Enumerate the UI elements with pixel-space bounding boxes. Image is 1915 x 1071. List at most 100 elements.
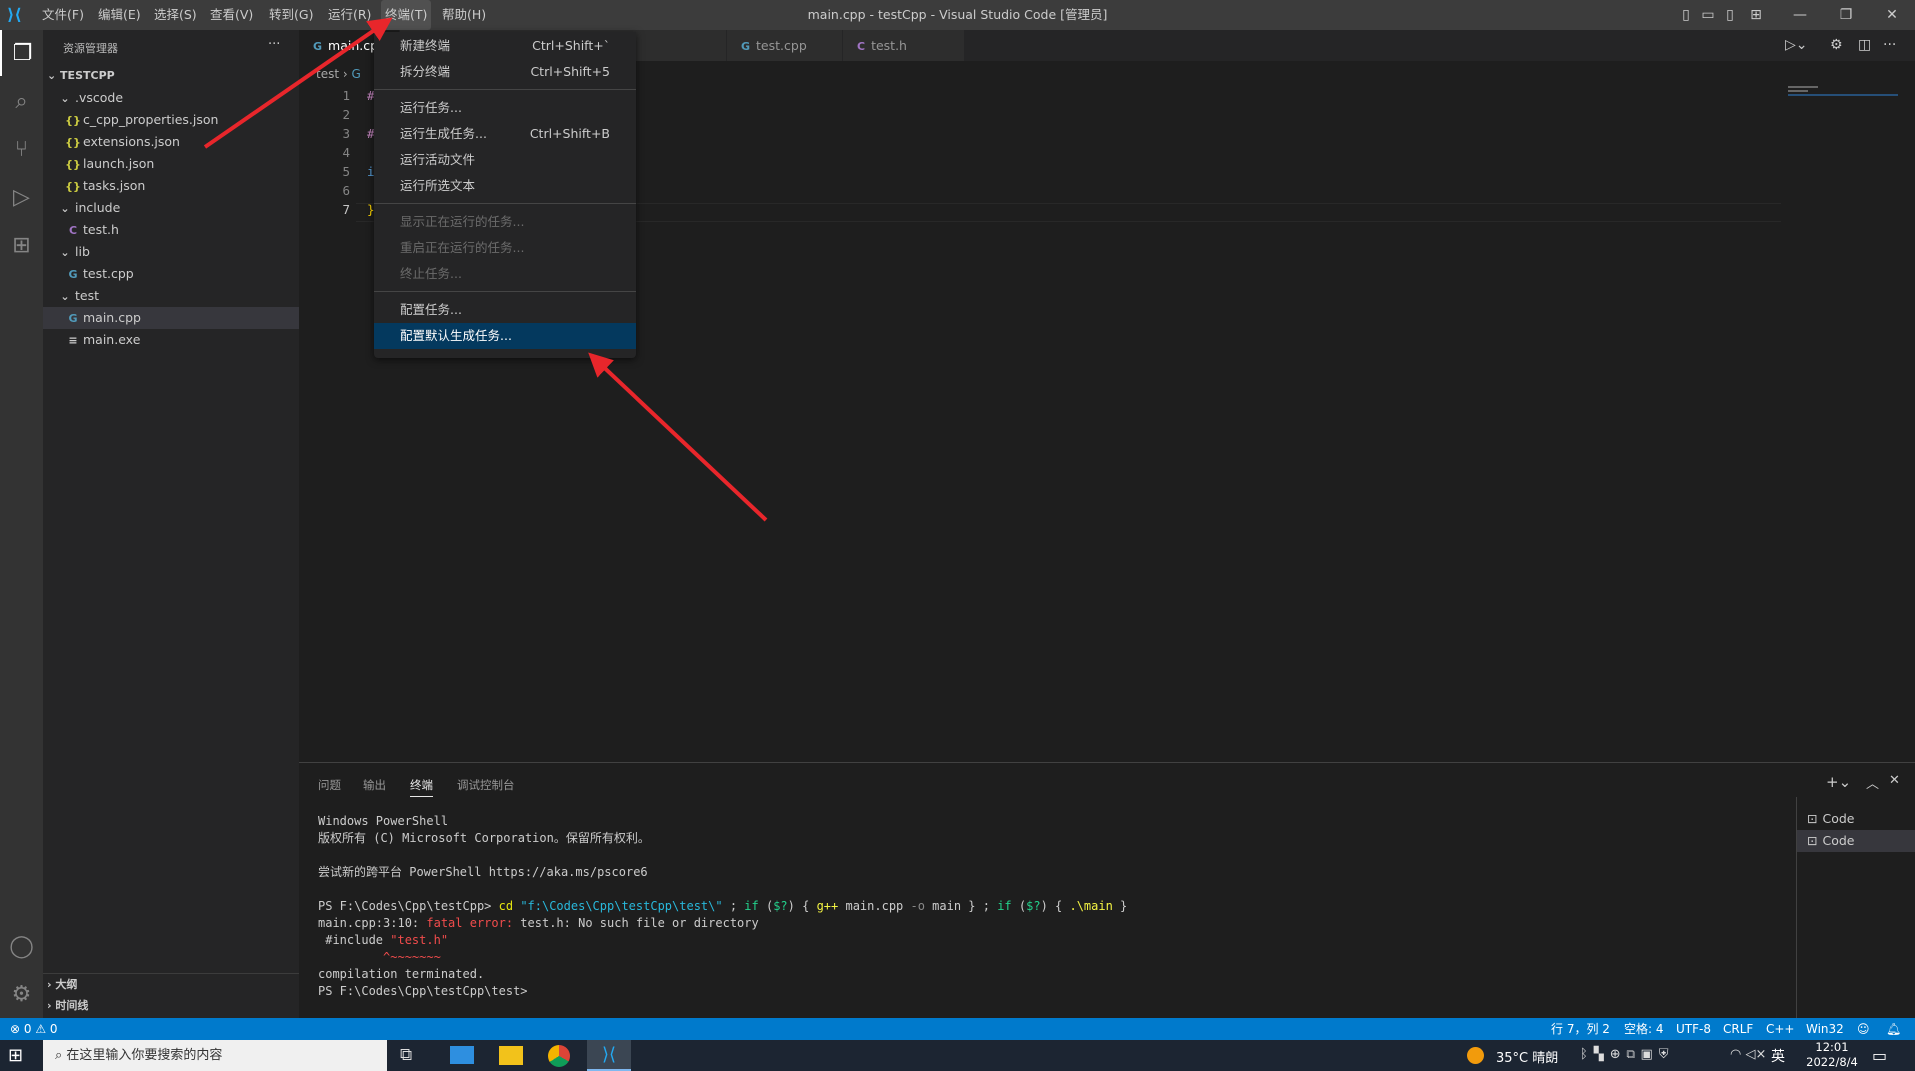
menu-item[interactable]: 配置默认生成任务...: [374, 323, 636, 349]
minimap[interactable]: [1788, 86, 1898, 100]
task-view-icon[interactable]: ⧉: [400, 1045, 412, 1065]
search-icon[interactable]: ⌕: [0, 78, 43, 124]
tree-item[interactable]: Gtest.cpp: [43, 263, 299, 285]
line-ending[interactable]: CRLF: [1723, 1018, 1753, 1040]
menu-5[interactable]: 转到(G): [265, 0, 317, 30]
breadcrumb-folder[interactable]: test: [316, 67, 339, 81]
menu-item[interactable]: 拆分终端 Ctrl+Shift+5: [374, 59, 636, 85]
toggle-secondary-sidebar-icon[interactable]: ▯: [1719, 0, 1741, 30]
tab-label: test.h: [871, 38, 907, 53]
chrome-icon[interactable]: [548, 1045, 570, 1067]
maximize-panel-icon[interactable]: ︿: [1866, 773, 1879, 792]
terminal-text: test.h: No such file or directory: [513, 916, 759, 930]
menu-item[interactable]: 新建终端 Ctrl+Shift+`: [374, 33, 636, 59]
network-volume-icons[interactable]: ◠ ◁×: [1730, 1047, 1766, 1062]
tree-item[interactable]: {} tasks.json: [43, 175, 299, 197]
extensions-icon[interactable]: ⊞: [0, 222, 43, 268]
encoding[interactable]: UTF-8: [1676, 1018, 1711, 1040]
workspace-root[interactable]: ⌄ TESTCPP: [43, 65, 299, 87]
terminal-instance[interactable]: ⊡ Code: [1797, 830, 1915, 852]
weather-text[interactable]: 35°C 晴朗: [1496, 1047, 1558, 1066]
ime-indicator[interactable]: 英: [1771, 1046, 1785, 1066]
menu-8[interactable]: 帮助(H): [438, 0, 490, 30]
vscode-logo-icon: ⟩⟨: [7, 5, 22, 24]
menu-item[interactable]: 配置任务...: [374, 297, 636, 323]
terminal-text: fatal error:: [426, 916, 514, 930]
vscode-taskbar-icon[interactable]: ⟩⟨: [587, 1040, 631, 1071]
menu-item[interactable]: 运行生成任务... Ctrl+Shift+B: [374, 121, 636, 147]
settings-gear-icon[interactable]: ⚙: [0, 971, 43, 1017]
windows-start-icon[interactable]: ⊞: [8, 1045, 23, 1066]
action-center-icon[interactable]: ▭: [1872, 1046, 1887, 1065]
exe-file-icon: ≡: [68, 334, 78, 347]
tree-item[interactable]: Ctest.h: [43, 219, 299, 241]
file-explorer-icon[interactable]: [499, 1046, 523, 1065]
menu-item[interactable]: 运行活动文件: [374, 147, 636, 173]
split-editor-icon[interactable]: ◫: [1858, 37, 1871, 53]
menu-item[interactable]: 显示正在运行的任务...: [374, 209, 636, 235]
taskbar-search-box[interactable]: ⌕ 在这里输入你要搜索的内容: [43, 1040, 387, 1071]
timeline-section[interactable]: › 时间线: [43, 995, 299, 1017]
cpp-file-icon: G: [68, 312, 78, 325]
terminal-text: $?: [1026, 899, 1041, 913]
cursor-position[interactable]: 行 7，列 2: [1551, 1018, 1610, 1040]
tree-item[interactable]: {} c_cpp_properties.json: [43, 109, 299, 131]
tree-item-label: test.h: [83, 222, 119, 237]
minimize-button[interactable]: —: [1780, 0, 1820, 30]
windows-taskbar: ⊞ ⌕ 在这里输入你要搜索的内容 ⧉ ⟩⟨ 35°C 晴朗 ᛒ▚⊕⧉▣⛨ ◠ ◁…: [0, 1040, 1915, 1071]
panel-tab-0[interactable]: 问题: [318, 773, 341, 797]
new-terminal-icon[interactable]: +⌄: [1826, 773, 1851, 791]
tab-3[interactable]: Ctest.h: [843, 30, 965, 61]
tree-item[interactable]: ⌄ include: [43, 197, 299, 219]
indentation[interactable]: 空格: 4: [1624, 1018, 1664, 1040]
run-code-icon[interactable]: ▷⌄: [1785, 37, 1808, 53]
menu-item[interactable]: 重启正在运行的任务...: [374, 235, 636, 261]
tree-item[interactable]: ≡ main.exe: [43, 329, 299, 351]
menu-4[interactable]: 查看(V): [206, 0, 257, 30]
language-mode[interactable]: C++: [1766, 1018, 1795, 1040]
menu-item[interactable]: 运行所选文本: [374, 173, 636, 199]
menu-2[interactable]: 编辑(E): [94, 0, 145, 30]
panel-tab-2[interactable]: 终端: [410, 773, 433, 797]
system-tray-icons[interactable]: ᛒ▚⊕⧉▣⛨: [1580, 1047, 1675, 1062]
toggle-sidebar-icon[interactable]: ▯: [1675, 0, 1697, 30]
tab-2[interactable]: Gtest.cpp: [727, 30, 843, 61]
restore-button[interactable]: ❐: [1826, 0, 1866, 30]
panel-tab-1[interactable]: 输出: [363, 773, 386, 797]
menu-6[interactable]: 运行(R): [324, 0, 375, 30]
mail-app-icon[interactable]: [450, 1046, 474, 1064]
clock[interactable]: 12:01 2022/8/4: [1806, 1040, 1858, 1070]
tree-item[interactable]: ⌄ test: [43, 285, 299, 307]
feedback-icon[interactable]: ☺: [1857, 1018, 1870, 1040]
customize-layout-icon[interactable]: ⊞: [1745, 0, 1767, 30]
tree-item[interactable]: ⌄ lib: [43, 241, 299, 263]
platform[interactable]: Win32: [1806, 1018, 1844, 1040]
panel-tab-3[interactable]: 调试控制台: [457, 773, 515, 797]
outline-section[interactable]: › 大纲: [43, 973, 299, 995]
notifications-bell-icon[interactable]: 🔔︎: [1886, 1018, 1901, 1040]
toggle-panel-icon[interactable]: ▭: [1697, 0, 1719, 30]
terminal-text: ) {: [787, 899, 817, 913]
gear-icon[interactable]: ⚙: [1830, 37, 1843, 53]
close-panel-icon[interactable]: ✕: [1889, 773, 1900, 788]
tree-item[interactable]: {} launch.json: [43, 153, 299, 175]
terminal-text: (: [1011, 899, 1027, 913]
tree-item[interactable]: ⌄ .vscode: [43, 87, 299, 109]
run-debug-icon[interactable]: ▷: [0, 174, 43, 220]
menu-7[interactable]: 终端(T): [381, 0, 432, 30]
tree-item[interactable]: Gmain.cpp: [43, 307, 299, 329]
problems-indicator[interactable]: ⊗ 0 ⚠ 0: [10, 1018, 58, 1040]
source-control-icon[interactable]: ⑂: [0, 126, 43, 172]
terminal-output[interactable]: Windows PowerShell 版权所有 (C) Microsoft Cor…: [318, 813, 1127, 1000]
menu-1[interactable]: 文件(F): [38, 0, 88, 30]
terminal-instance[interactable]: ⊡ Code: [1797, 808, 1915, 830]
explorer-icon[interactable]: ❐: [0, 30, 43, 76]
close-button[interactable]: ✕: [1872, 0, 1912, 30]
menu-item[interactable]: 运行任务...: [374, 95, 636, 121]
more-icon[interactable]: ···: [1883, 37, 1896, 53]
account-icon[interactable]: ◯: [0, 923, 43, 969]
tree-item[interactable]: {} extensions.json: [43, 131, 299, 153]
menu-3[interactable]: 选择(S): [150, 0, 201, 30]
more-actions-icon[interactable]: ···: [268, 37, 280, 52]
menu-item[interactable]: 终止任务...: [374, 261, 636, 287]
